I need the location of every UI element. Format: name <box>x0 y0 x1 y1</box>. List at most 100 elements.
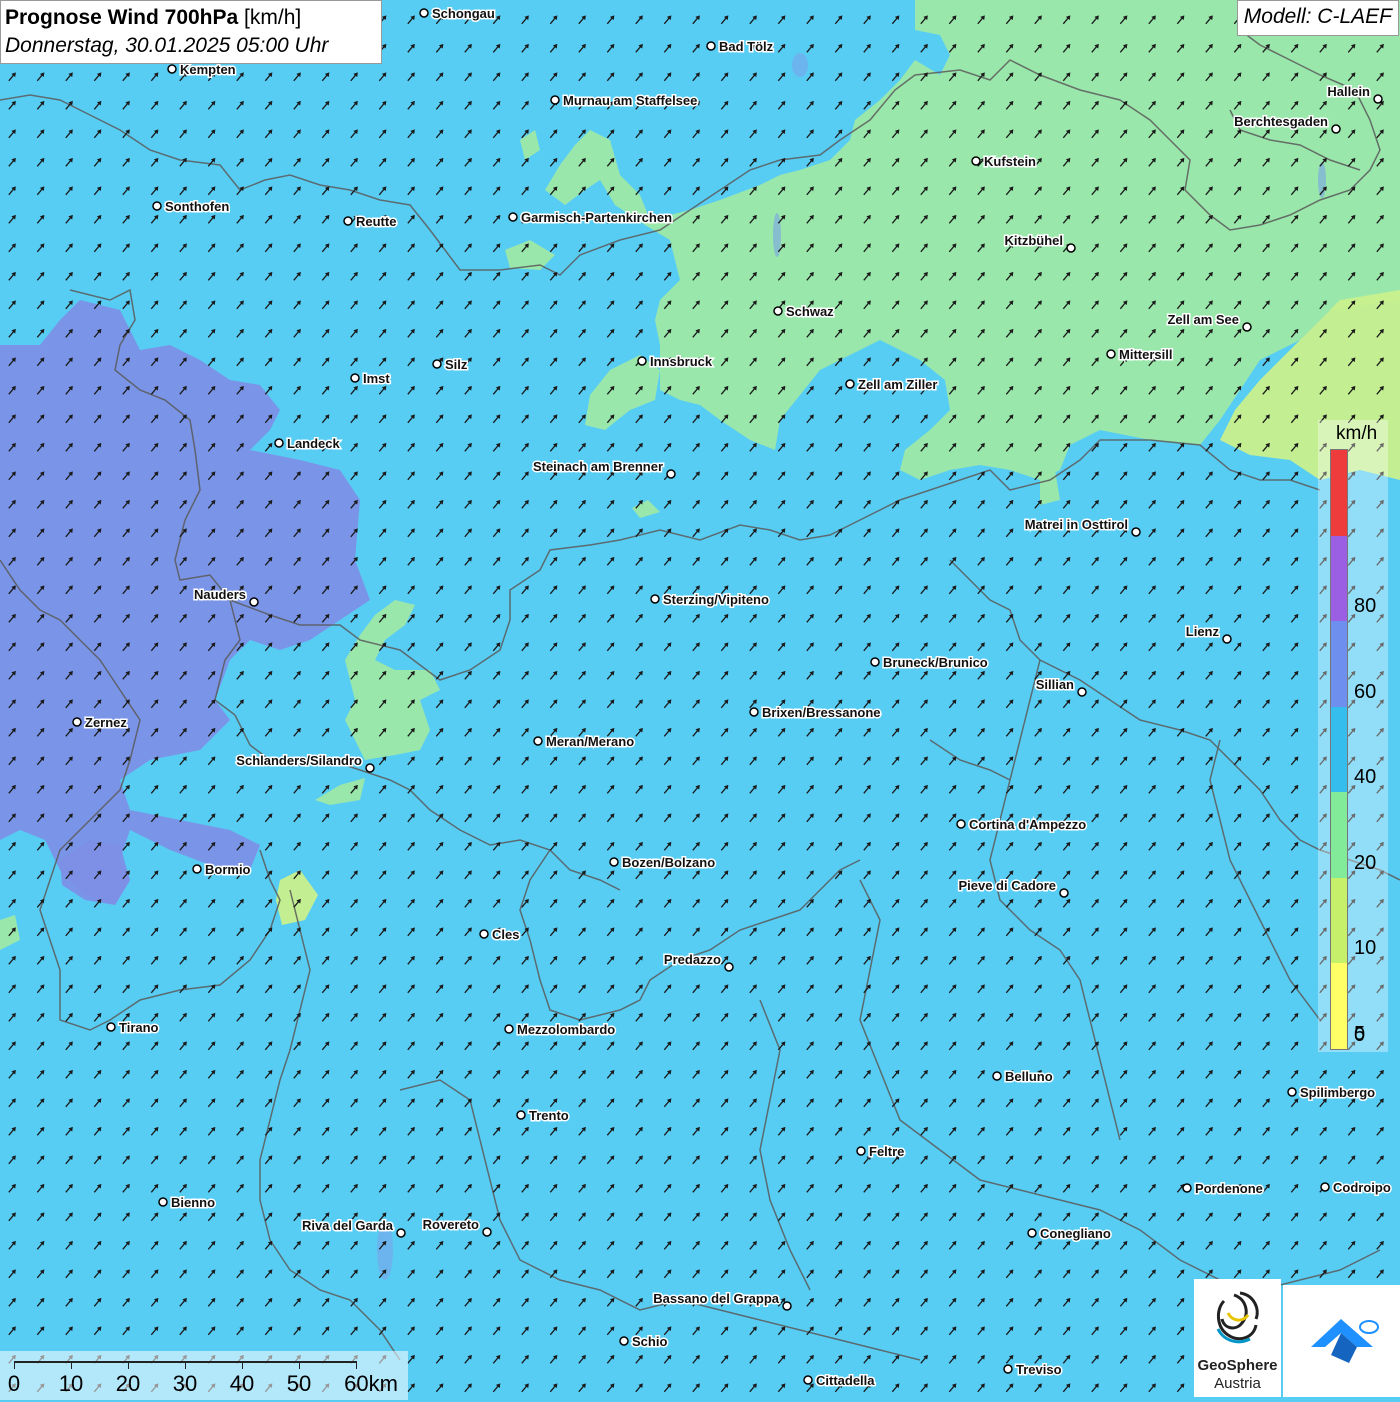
weather-app-logo[interactable] <box>1283 1285 1400 1397</box>
city-label: Berchtesgaden <box>1234 114 1328 129</box>
city-label: Steinach am Brenner <box>533 459 663 474</box>
city-label: Pieve di Cadore <box>958 878 1056 893</box>
city-dot <box>1059 888 1069 898</box>
city-dot <box>482 1227 492 1237</box>
scale-label: 30 <box>172 1371 198 1396</box>
scale-tick <box>356 1361 357 1369</box>
map-title: Prognose Wind 700hPa [km/h] <box>5 4 377 32</box>
city-label: Bozen/Bolzano <box>622 855 715 870</box>
scale-bar: 0 10 20 30 40 50 60km <box>0 1351 408 1400</box>
city-dot <box>803 1375 813 1385</box>
city-dot <box>1331 124 1341 134</box>
city-dot <box>782 1301 792 1311</box>
legend-label: 20 <box>1354 851 1377 874</box>
city-label: Sonthofen <box>165 199 229 214</box>
city-label: Kitzbühel <box>1005 233 1064 248</box>
city-label: Zell am Ziller <box>858 377 937 392</box>
legend-color-segment <box>1331 621 1347 707</box>
city-label: Brixen/Bressanone <box>762 705 881 720</box>
city-label: Schwaz <box>786 304 834 319</box>
legend-color-segment <box>1331 792 1347 878</box>
city-label: Rovereto <box>423 1217 479 1232</box>
scale-label: 0 <box>7 1371 21 1396</box>
city-dot <box>1003 1364 1013 1374</box>
city-dot <box>167 64 177 74</box>
city-dot <box>956 819 966 829</box>
city-label: Feltre <box>869 1144 904 1159</box>
city-label: Cles <box>492 927 519 942</box>
city-dot <box>396 1228 406 1238</box>
city-label: Schlanders/Silandro <box>236 753 362 768</box>
city-marker: Murnau am Staffelsee <box>550 92 699 110</box>
city-label: Kempten <box>180 62 236 77</box>
legend-color-segment <box>1331 535 1347 622</box>
city-label: Mittersill <box>1119 347 1172 362</box>
city-dot <box>1373 94 1383 104</box>
scale-label: 20 <box>115 1371 141 1396</box>
city-label: Bad Tölz <box>719 39 774 54</box>
city-dot <box>650 594 660 604</box>
wetter-app-logo-icon <box>1311 1319 1379 1363</box>
legend-unit: km/h <box>1336 423 1378 444</box>
city-label: Hallein <box>1327 84 1370 99</box>
city-dot <box>1027 1228 1037 1238</box>
city-label: Trento <box>529 1108 569 1123</box>
scale-tick <box>242 1361 243 1369</box>
city-label: Schongau <box>432 6 495 21</box>
city-dot <box>637 356 647 366</box>
city-dot <box>609 857 619 867</box>
city-label: Bienno <box>171 1195 215 1210</box>
scale-tick <box>14 1361 15 1369</box>
city-dot <box>773 306 783 316</box>
wind-map: Schongau Bad Tölz Kempten Murnau am Staffel… <box>0 0 1400 1400</box>
city-dot <box>343 216 353 226</box>
city-label: Mezzolombardo <box>517 1022 615 1037</box>
city-label: Cortina d'Ampezzo <box>969 817 1086 832</box>
city-dot <box>504 1024 514 1034</box>
color-legend: km/h 80 60 40 20 10 5 0 <box>1318 420 1388 1052</box>
city-label: Belluno <box>1005 1069 1053 1084</box>
city-marker: Brixen/Bressanone <box>749 704 882 722</box>
city-dot <box>72 717 82 727</box>
city-dot <box>419 8 429 18</box>
legend-color-segment <box>1331 706 1347 793</box>
legend-color-segment <box>1331 877 1347 964</box>
city-label: Cittadella <box>816 1373 875 1388</box>
forecast-datetime: Donnerstag, 30.01.2025 05:00 Uhr <box>5 34 329 57</box>
city-label: Lienz <box>1186 624 1220 639</box>
scale-tick <box>71 1361 72 1369</box>
geosphere-logo-icon <box>1216 1291 1259 1344</box>
legend-label: 10 <box>1354 937 1377 960</box>
city-label: Predazzo <box>664 952 721 967</box>
map-title-unit: [km/h] <box>244 6 302 29</box>
city-dot <box>1222 634 1232 644</box>
city-label: Pordenone <box>1195 1181 1263 1196</box>
city-label: Bassano del Grappa <box>653 1291 779 1306</box>
city-marker: Sonthofen <box>152 198 231 216</box>
city-marker: Zell am Ziller <box>845 376 939 394</box>
legend-label-bottom: 0 <box>1354 1024 1366 1046</box>
geosphere-logo-text: GeoSphere <box>1197 1357 1278 1374</box>
city-label: Landeck <box>287 436 341 451</box>
scale-label: 50 <box>286 1371 312 1396</box>
city-marker: Schongau <box>419 5 496 23</box>
city-dot <box>1131 527 1141 537</box>
city-dot <box>1320 1182 1330 1192</box>
city-label: Meran/Merano <box>546 734 634 749</box>
geosphere-logo[interactable]: GeoSphere Austria <box>1194 1279 1281 1397</box>
legend-color-segment <box>1331 963 1347 1049</box>
city-dot <box>724 962 734 972</box>
city-dot <box>619 1336 629 1346</box>
city-label: Garmisch-Partenkirchen <box>521 210 672 225</box>
scale-tick <box>299 1361 300 1369</box>
city-marker: Conegliano <box>1027 1225 1112 1243</box>
city-label: Murnau am Staffelsee <box>563 93 697 108</box>
city-dot <box>274 438 284 448</box>
geosphere-logo-subtext: Austria <box>1214 1375 1261 1392</box>
city-label: Zernez <box>85 715 127 730</box>
city-label: Silz <box>445 357 468 372</box>
city-dot <box>350 373 360 383</box>
city-marker: Bruneck/Brunico <box>870 654 989 672</box>
city-dot <box>1106 349 1116 359</box>
city-label: Sillian <box>1036 677 1074 692</box>
